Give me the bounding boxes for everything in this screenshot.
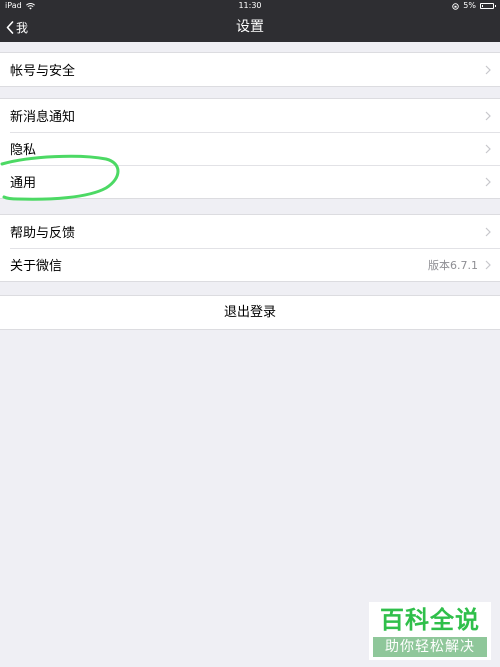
chevron-right-icon (485, 65, 491, 74)
settings-item-general[interactable]: 通用 (0, 165, 500, 198)
settings-item-notifications[interactable]: 新消息通知 (0, 99, 500, 132)
status-bar: iPad 11:30 5% (0, 0, 500, 12)
settings-group-account: 帐号与安全 (0, 52, 500, 87)
battery-percent: 5% (463, 1, 476, 10)
page-title: 设置 (236, 19, 264, 35)
settings-item-label: 新消息通知 (10, 110, 76, 125)
settings-item-label: 关于微信 (10, 259, 63, 274)
version-value: 版本6.7.1 (428, 258, 478, 272)
watermark-subtitle: 助你轻松解决 (373, 637, 487, 657)
settings-item-privacy[interactable]: 隐私 (0, 132, 500, 165)
chevron-right-icon (485, 111, 491, 120)
settings-item-label: 通用 (10, 176, 37, 191)
settings-group-about: 帮助与反馈 关于微信 版本6.7.1 (0, 214, 500, 282)
battery-icon (480, 3, 496, 9)
chevron-right-icon (485, 227, 491, 236)
settings-item-label: 帐号与安全 (10, 64, 76, 79)
settings-item-about-wechat[interactable]: 关于微信 版本6.7.1 (0, 248, 500, 281)
chevron-right-icon (485, 144, 491, 153)
settings-item-account-security[interactable]: 帐号与安全 (0, 53, 500, 86)
status-right-group: 5% (452, 0, 496, 12)
chevron-right-icon (485, 177, 491, 186)
chevron-right-icon (485, 260, 491, 269)
settings-item-label: 帮助与反馈 (10, 226, 76, 241)
settings-item-label: 隐私 (10, 143, 37, 158)
settings-group-general: 新消息通知 隐私 通用 (0, 98, 500, 199)
logout-button[interactable]: 退出登录 (0, 295, 500, 330)
rotation-lock-icon (452, 2, 460, 10)
status-time: 11:30 (238, 1, 262, 10)
settings-item-help-feedback[interactable]: 帮助与反馈 (0, 215, 500, 248)
watermark-logo: 百科全说 助你轻松解决 (369, 602, 491, 660)
watermark-title: 百科全说 (380, 606, 480, 634)
nav-bar: 我 设置 (0, 12, 500, 42)
